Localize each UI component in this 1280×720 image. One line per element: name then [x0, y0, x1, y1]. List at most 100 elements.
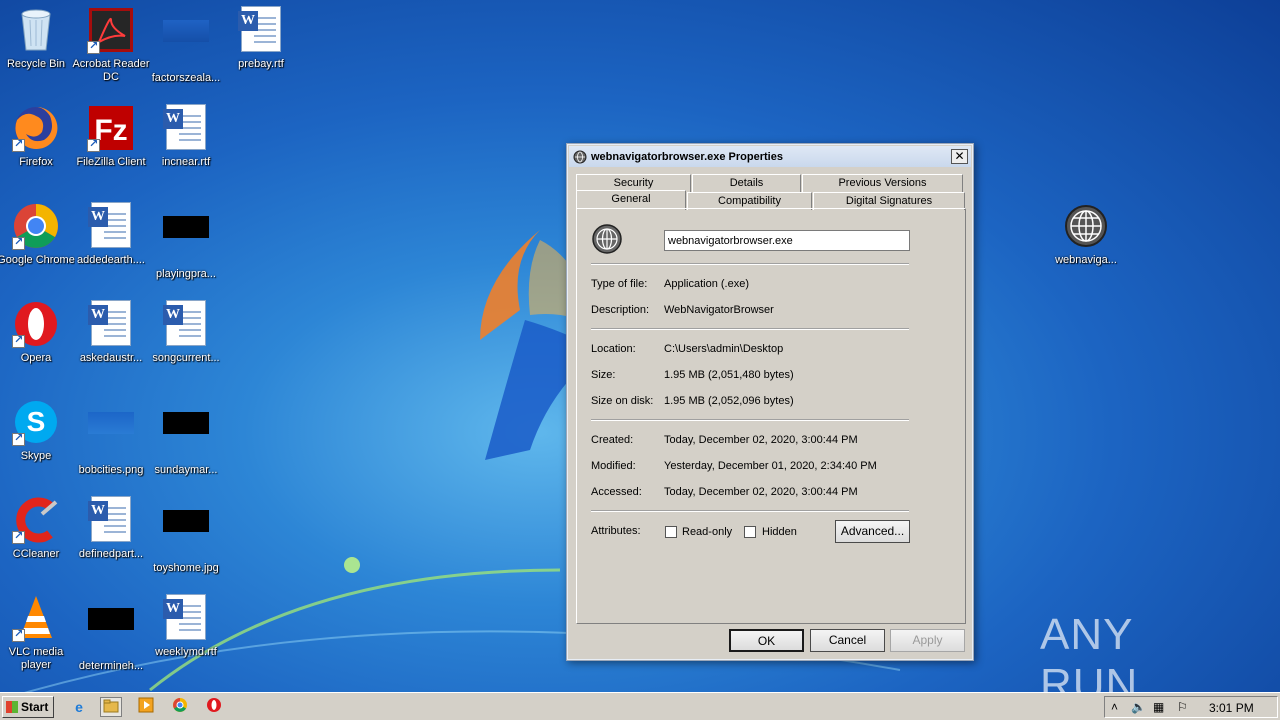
dialog-titlebar[interactable]: webnavigatorbrowser.exe Properties ✕	[569, 146, 971, 167]
desktop-icon-weeklymd[interactable]: W weeklymd.rtf	[147, 594, 225, 659]
word-document-icon: W	[87, 202, 135, 250]
file-explorer-icon[interactable]	[100, 697, 122, 717]
desktop-icon-incnear[interactable]: W incnear.rtf	[147, 104, 225, 169]
desktop-icon-label: Acrobat Reader DC	[72, 58, 150, 83]
desktop-icon-webnavigator[interactable]: webnaviga...	[1047, 202, 1125, 267]
opera-icon	[12, 300, 60, 348]
close-icon: ✕	[954, 149, 965, 163]
desktop-icon-label: determineh...	[78, 660, 144, 672]
size-value: 1.95 MB (2,051,480 bytes)	[664, 369, 794, 381]
desktop-icon-label: songcurrent...	[152, 352, 220, 364]
desktop-icon-google-chrome[interactable]: Google Chrome	[0, 202, 75, 267]
desktop-icon-filezilla[interactable]: Fz FileZilla Client	[72, 104, 150, 169]
internet-explorer-icon[interactable]: e	[68, 697, 90, 717]
chrome-icon[interactable]	[169, 697, 191, 717]
desktop-icon-label: incnear.rtf	[161, 156, 211, 168]
word-document-icon: W	[87, 300, 135, 348]
separator	[591, 263, 909, 265]
action-center-flag-icon[interactable]: ⚐	[1177, 700, 1188, 714]
desktop-icon-songcurrent[interactable]: W songcurrent...	[147, 300, 225, 365]
dialog-title: webnavigatorbrowser.exe Properties	[591, 150, 783, 163]
desktop-icon-toyshome[interactable]: toyshome.jpg	[147, 496, 225, 575]
word-document-icon: W	[162, 104, 210, 152]
desktop-icon-label: CCleaner	[12, 548, 60, 560]
desktop-icon-acrobat[interactable]: Acrobat Reader DC	[72, 6, 150, 84]
filename-input[interactable]	[664, 230, 910, 251]
system-tray: ˄ 🔈 ▦ ⚐ 3:01 PM	[1104, 696, 1278, 718]
globe-icon	[592, 224, 622, 254]
type-value: Application (.exe)	[664, 278, 749, 290]
description-value: WebNavigatorBrowser	[664, 304, 774, 316]
desktop-icon-label: playingpra...	[156, 268, 216, 280]
separator	[591, 419, 909, 421]
advanced-button[interactable]: Advanced...	[835, 520, 910, 543]
clock[interactable]: 3:01 PM	[1209, 701, 1254, 715]
acrobat-icon	[87, 6, 135, 54]
watermark: ANY RUN	[1040, 610, 1139, 709]
created-value: Today, December 02, 2020, 3:00:44 PM	[664, 434, 858, 446]
desktop-icon-vlc[interactable]: VLC media player	[0, 594, 75, 672]
image-file-icon	[162, 412, 210, 460]
image-file-icon	[87, 412, 135, 460]
image-file-icon	[162, 216, 210, 264]
desktop-icon-opera[interactable]: Opera	[0, 300, 75, 365]
desktop-icon-label: weeklymd.rtf	[155, 646, 217, 658]
type-label: Type of file:	[591, 278, 648, 290]
opera-icon[interactable]	[203, 697, 225, 717]
desktop-icon-label: addedearth....	[77, 254, 145, 266]
tab-general[interactable]: General	[576, 190, 686, 210]
desktop-icon-factorszeala[interactable]: factorszeala...	[147, 6, 225, 85]
start-label: Start	[21, 700, 49, 714]
cancel-button[interactable]: Cancel	[810, 629, 885, 652]
desktop-icon-label: definedpart...	[78, 548, 144, 560]
ccleaner-icon	[12, 496, 60, 544]
recycle-bin-icon	[12, 6, 60, 54]
desktop-icon-skype[interactable]: S Skype	[0, 398, 75, 463]
desktop-icon-label: VLC media player	[8, 646, 64, 671]
desktop-icon-playingpra[interactable]: playingpra...	[147, 202, 225, 281]
chrome-icon	[12, 202, 60, 250]
desktop-icon-bobcities[interactable]: bobcities.png	[72, 398, 150, 477]
description-label: Description:	[591, 304, 650, 316]
location-label: Location:	[591, 343, 636, 355]
skype-icon: S	[12, 398, 60, 446]
globe-icon	[1062, 202, 1110, 250]
volume-icon[interactable]: 🔈	[1131, 700, 1146, 714]
desktop-icon-determineh[interactable]: determineh...	[72, 594, 150, 673]
desktop-icon-label: webnaviga...	[1055, 254, 1117, 266]
media-player-icon[interactable]	[135, 697, 157, 717]
desktop-icon-ccleaner[interactable]: CCleaner	[0, 496, 75, 561]
tab-details[interactable]: Details	[692, 174, 801, 192]
tab-previous-versions[interactable]: Previous Versions	[802, 174, 963, 192]
close-button[interactable]: ✕	[951, 149, 968, 164]
desktop-icon-label: Recycle Bin	[6, 58, 66, 70]
separator	[591, 510, 909, 512]
size-label: Size:	[591, 369, 616, 381]
apply-button[interactable]: Apply	[890, 629, 965, 652]
desktop-icon-firefox[interactable]: Firefox	[0, 104, 75, 169]
desktop-icon-definedpart[interactable]: W definedpart...	[72, 496, 150, 561]
ok-button[interactable]: OK	[729, 629, 804, 652]
desktop-icon-sundaymar[interactable]: sundaymar...	[147, 398, 225, 477]
windows-flag-icon	[6, 701, 18, 713]
size-on-disk-label: Size on disk:	[591, 395, 654, 407]
accessed-value: Today, December 02, 2020, 3:00:44 PM	[664, 486, 858, 498]
svg-text:S: S	[27, 406, 46, 437]
taskbar: Start e ˄ 🔈 ▦ ⚐ 3:01 PM	[0, 692, 1280, 720]
location-value: C:\Users\admin\Desktop	[664, 343, 784, 355]
word-document-icon: W	[237, 6, 285, 54]
desktop-icon-label: toyshome.jpg	[153, 562, 219, 574]
show-hidden-icons-icon[interactable]: ˄	[1111, 700, 1118, 714]
readonly-checkbox[interactable]	[665, 526, 677, 538]
desktop-icon-addedearth[interactable]: W addedearth....	[72, 202, 150, 267]
desktop-icon-prebay[interactable]: W prebay.rtf	[222, 6, 300, 71]
readonly-label: Read-only	[682, 526, 733, 538]
start-button[interactable]: Start	[2, 696, 54, 718]
hidden-checkbox[interactable]	[744, 526, 756, 538]
filezilla-icon: Fz	[87, 104, 135, 152]
desktop-icon-askedaustr[interactable]: W askedaustr...	[72, 300, 150, 365]
hidden-label: Hidden	[762, 526, 797, 538]
network-icon[interactable]: ▦	[1153, 700, 1164, 714]
word-document-icon: W	[162, 594, 210, 642]
desktop-icon-recycle-bin[interactable]: Recycle Bin	[0, 6, 75, 71]
